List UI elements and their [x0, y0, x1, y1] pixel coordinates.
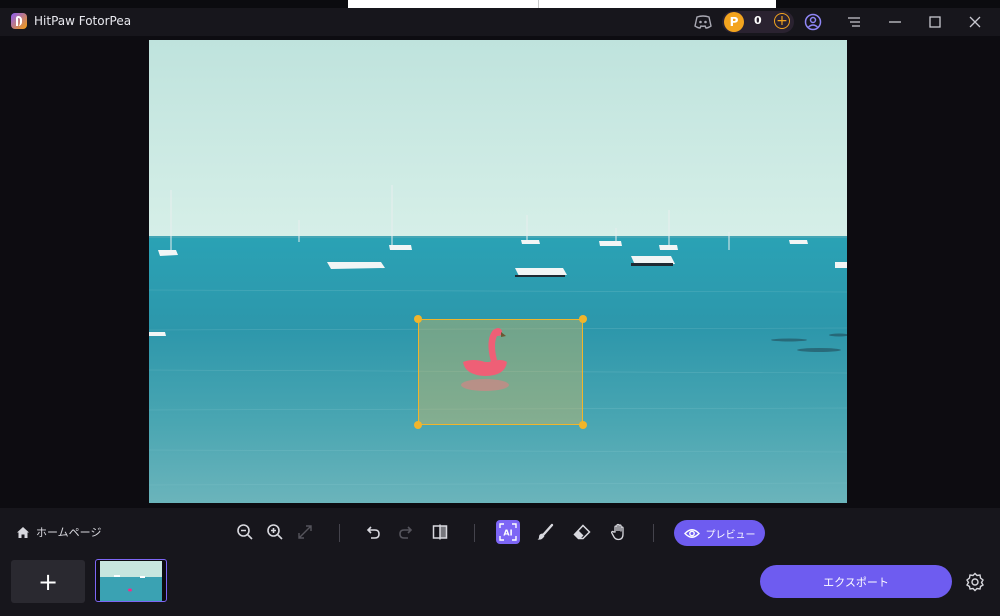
minimize-icon[interactable]	[884, 11, 906, 33]
undo-icon[interactable]	[361, 520, 385, 544]
brush-icon[interactable]	[533, 520, 557, 544]
selection-handle-top-left[interactable]	[414, 315, 422, 323]
add-image-button[interactable]: +	[11, 560, 85, 603]
preview-button[interactable]: プレビュー	[674, 520, 765, 546]
selection-handle-top-right[interactable]	[579, 315, 587, 323]
desktop-strip	[0, 0, 1000, 8]
add-coins-icon[interactable]: +	[774, 13, 790, 29]
toolbar-divider	[339, 524, 340, 542]
coin-icon: P	[724, 12, 744, 32]
hand-icon[interactable]	[607, 520, 631, 544]
ai-select-icon[interactable]: AI	[496, 520, 520, 544]
fit-screen-icon	[293, 520, 317, 544]
preview-label: プレビュー	[705, 529, 756, 541]
toolbar-divider	[474, 524, 475, 542]
title-bar: HitPaw FotorPea P 0 +	[0, 8, 1000, 36]
export-button[interactable]: エクスポート	[760, 565, 952, 598]
svg-text:AI: AI	[503, 529, 512, 538]
eraser-icon[interactable]	[570, 520, 594, 544]
menu-icon[interactable]	[843, 11, 865, 33]
bottom-bar: + エクスポート	[0, 556, 1000, 616]
compare-icon[interactable]	[428, 520, 452, 544]
background-window	[348, 0, 776, 8]
app-logo-icon	[11, 13, 27, 29]
toolbar-divider	[653, 524, 654, 542]
app-title: HitPaw FotorPea	[34, 14, 132, 28]
image-thumbnail[interactable]	[95, 559, 167, 602]
eye-icon	[683, 528, 700, 538]
selection-handle-bottom-right[interactable]	[579, 421, 587, 429]
zoom-out-icon[interactable]	[233, 520, 257, 544]
home-link-label: ホームページ	[36, 526, 102, 539]
maximize-icon[interactable]	[924, 11, 946, 33]
redo-icon	[394, 520, 418, 544]
gear-icon[interactable]	[963, 570, 987, 594]
editor-toolbar: ホームページ AI プレビュー	[0, 508, 1000, 556]
home-link[interactable]: ホームページ	[16, 524, 101, 540]
background-window-divider	[538, 0, 539, 8]
ai-selection-box[interactable]	[414, 315, 587, 429]
selection-handle-bottom-left[interactable]	[414, 421, 422, 429]
zoom-in-icon[interactable]	[263, 520, 287, 544]
editing-photo[interactable]	[149, 40, 847, 503]
home-icon	[17, 526, 29, 538]
discord-icon[interactable]	[692, 11, 714, 33]
coin-balance[interactable]: P 0 +	[722, 11, 794, 33]
close-icon[interactable]	[964, 11, 986, 33]
user-icon[interactable]	[802, 11, 824, 33]
coin-count: 0	[754, 14, 762, 27]
